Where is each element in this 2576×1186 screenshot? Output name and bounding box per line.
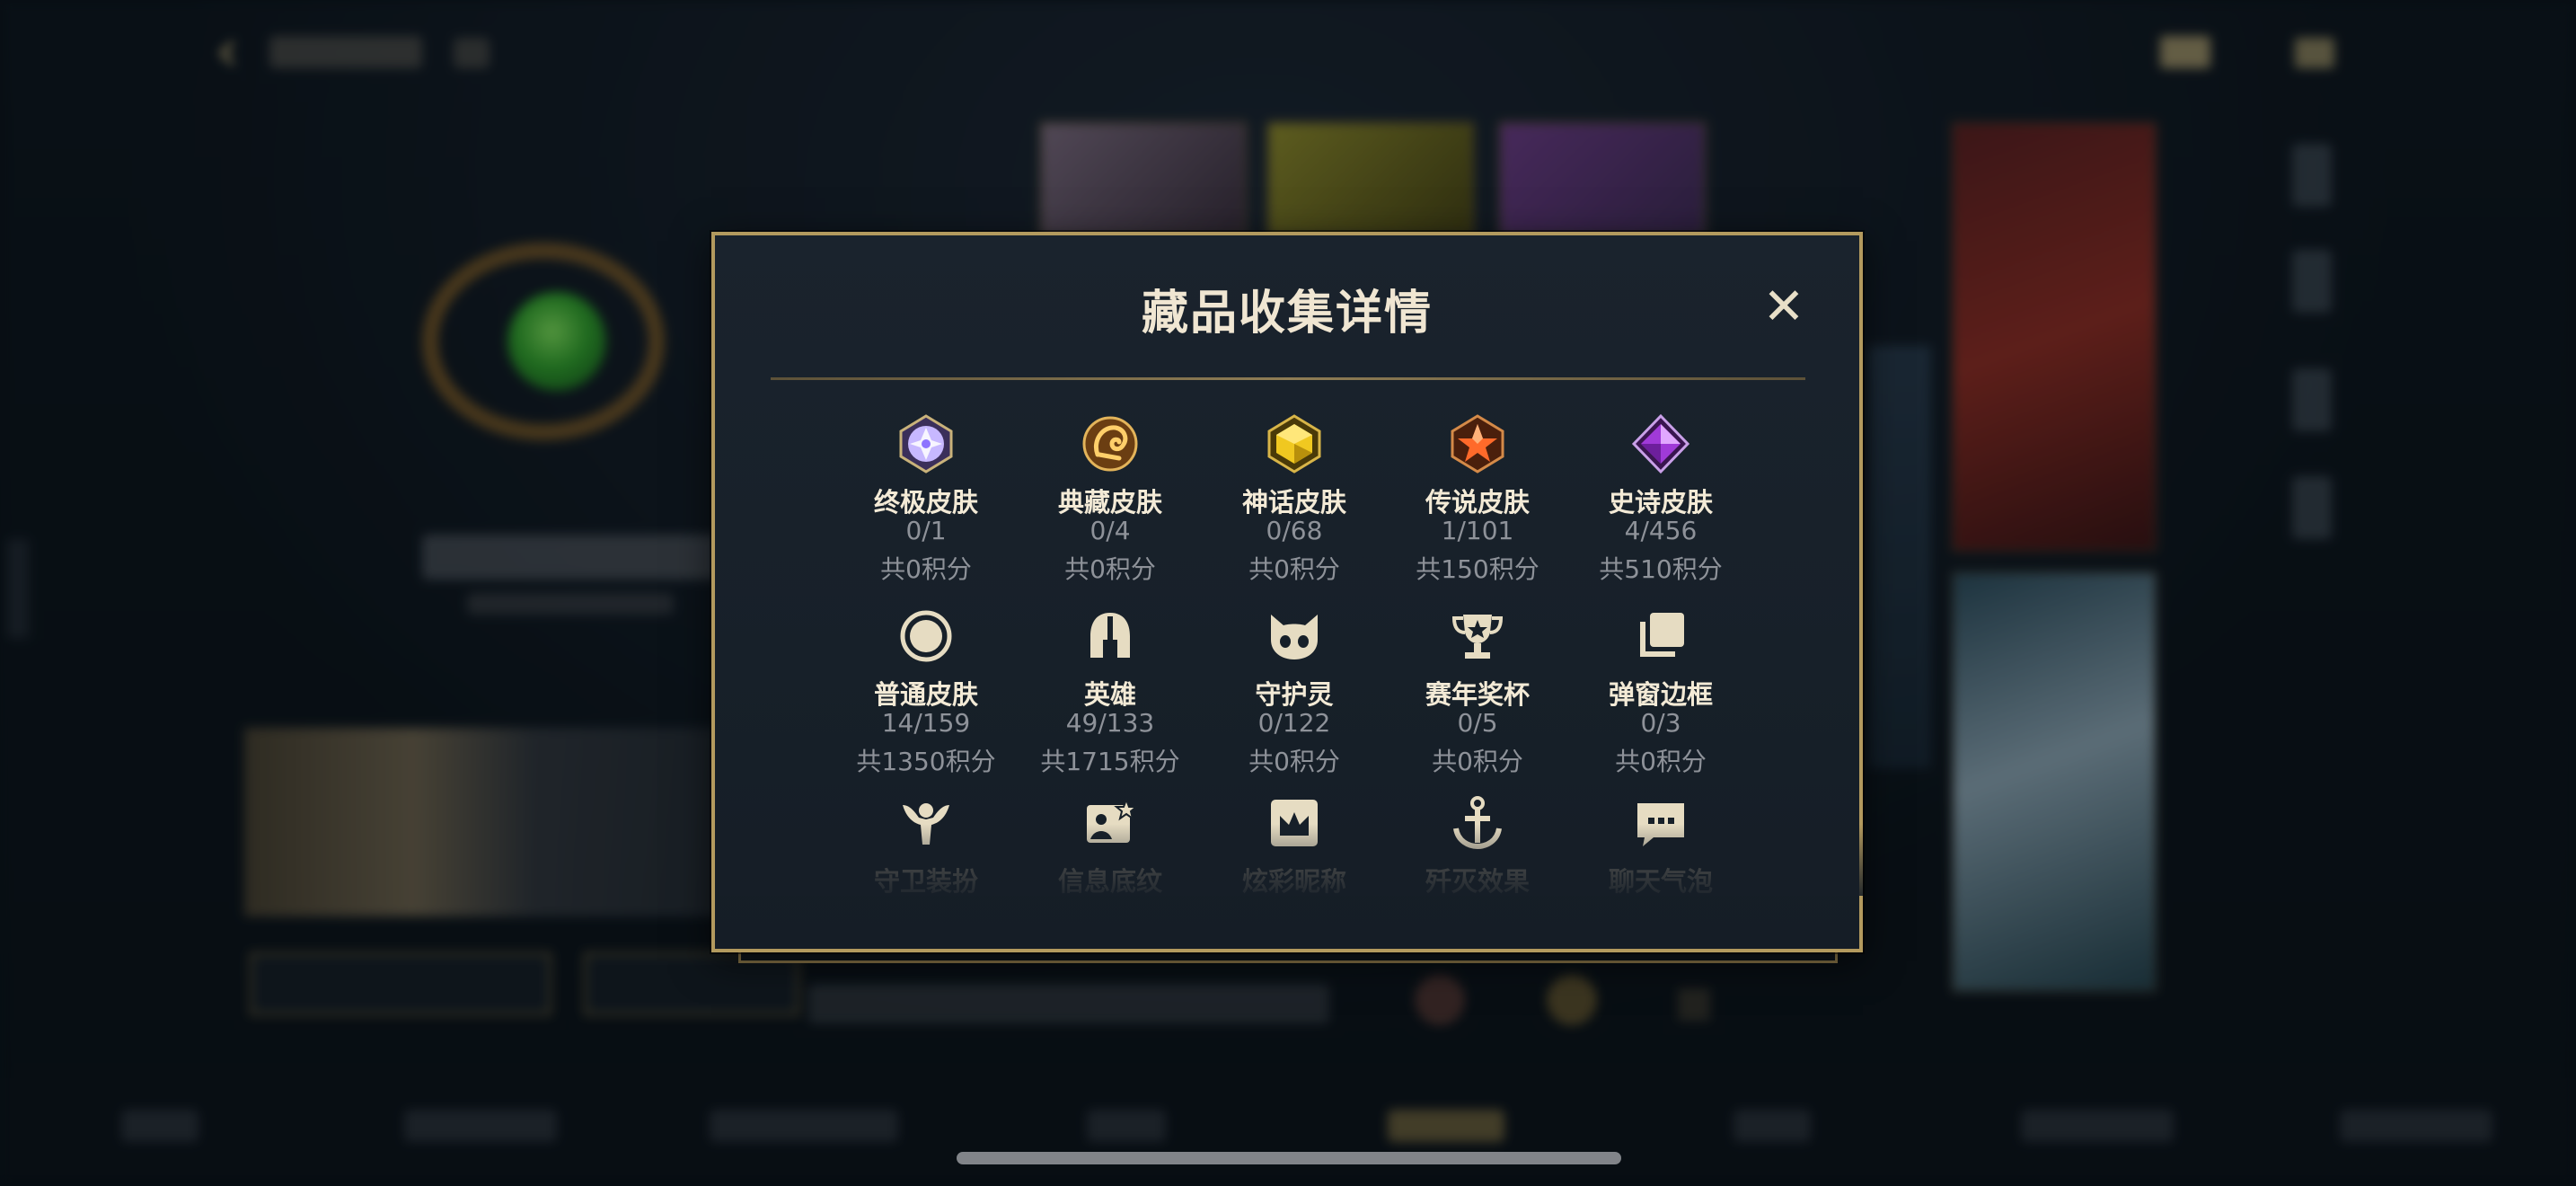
item-points: 共1350积分 (856, 747, 996, 776)
champion-helmet-icon (1090, 613, 1130, 658)
home-indicator[interactable] (957, 1152, 1621, 1164)
item-label: 弹窗边框 (1608, 679, 1713, 710)
item-count: 0/5 (1457, 708, 1498, 738)
ultimate-skin-gem-icon (899, 414, 953, 474)
item-label: 歼灭效果 (1425, 866, 1530, 897)
item-points: 共150积分 (1416, 554, 1539, 584)
item-points: 共0积分 (1064, 554, 1156, 584)
item-label: 守卫装扮 (873, 866, 978, 897)
prestige-skin-dragon-icon (1082, 416, 1138, 472)
item-label: 史诗皮肤 (1608, 487, 1713, 518)
item-count: 49/133 (1065, 708, 1155, 738)
item-count: 0/1 (905, 516, 947, 545)
popup-frame-icon (1640, 613, 1684, 657)
normal-skin-circle-icon (900, 610, 952, 662)
item-label: 传说皮肤 (1425, 487, 1530, 518)
ace-effect-icon (1453, 796, 1502, 850)
item-count: 4/456 (1624, 516, 1698, 545)
item-count: 0/122 (1257, 708, 1331, 738)
item-label: 典藏皮肤 (1057, 487, 1162, 518)
item-points: 共0积分 (880, 554, 972, 584)
item-points: 共0积分 (1432, 747, 1523, 776)
item-label: 英雄 (1083, 679, 1136, 710)
item-points: 共0积分 (1248, 554, 1340, 584)
item-count: 0/68 (1266, 516, 1323, 545)
collection-details-dialog: 藏品收集详情 ✕ 终极皮肤 0/1 共0积分 典藏皮肤 0/4 共0积分 神话皮… (711, 232, 1863, 952)
legendary-skin-gem-icon (1451, 414, 1504, 474)
epic-skin-gem-icon (1631, 413, 1690, 474)
item-label: 神话皮肤 (1241, 487, 1346, 518)
collection-grid: 终极皮肤 0/1 共0积分 典藏皮肤 0/4 共0积分 神话皮肤 0/68 共0… (715, 235, 1859, 949)
chat-bubble-icon (1637, 803, 1684, 846)
item-count: 0/3 (1640, 708, 1681, 738)
guardian-spirit-icon (1271, 615, 1318, 659)
item-label: 守护灵 (1255, 679, 1334, 710)
item-count: 0/4 (1090, 516, 1131, 545)
item-label: 普通皮肤 (873, 679, 978, 710)
colorful-nickname-icon (1271, 800, 1318, 846)
ward-skin-icon (903, 803, 949, 845)
item-label: 炫彩昵称 (1241, 866, 1346, 897)
item-label: 信息底纹 (1057, 866, 1162, 897)
item-label: 聊天气泡 (1608, 866, 1713, 897)
item-label: 终极皮肤 (873, 487, 978, 518)
item-points: 共0积分 (1615, 747, 1707, 776)
mythic-skin-gem-icon (1267, 414, 1321, 474)
item-points: 共1715积分 (1040, 747, 1180, 776)
item-label: 赛年奖杯 (1425, 679, 1530, 710)
screen: ‹ 藏品收集详情 ✕ 终极皮肤 0/1 共0积分 典藏皮肤 0/4 共0积分 神… (0, 0, 2576, 1186)
season-trophy-icon (1451, 615, 1504, 659)
item-count: 1/101 (1441, 516, 1514, 545)
item-count: 14/159 (881, 708, 971, 738)
info-card-background-icon (1087, 797, 1139, 843)
item-points: 共510积分 (1599, 554, 1723, 584)
item-points: 共0积分 (1248, 747, 1340, 776)
